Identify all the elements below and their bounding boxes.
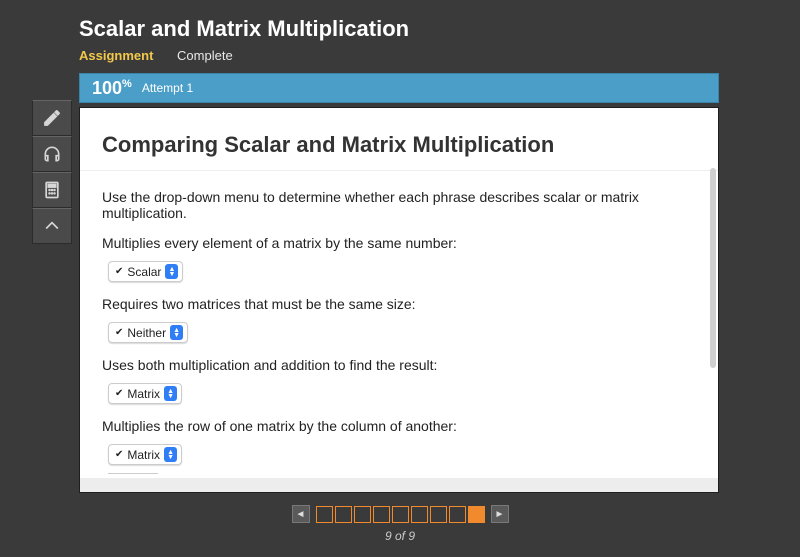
- answer-dropdown[interactable]: ✔ Matrix ▲▼: [108, 444, 182, 465]
- page-box[interactable]: [430, 506, 447, 523]
- check-icon: ✔: [115, 327, 123, 338]
- question-prompt: Uses both multiplication and addition to…: [102, 357, 696, 373]
- question-prompt: Multiplies the row of one matrix by the …: [102, 418, 696, 434]
- chevron-updown-icon: ▲▼: [170, 325, 183, 340]
- question-item: Requires two matrices that must be the s…: [102, 296, 696, 343]
- chevron-updown-icon: ▲▼: [164, 447, 177, 462]
- attempt-label: Attempt 1: [142, 81, 193, 95]
- page-box[interactable]: [468, 506, 485, 523]
- dropdown-value: Matrix: [127, 448, 160, 462]
- collapse-up-icon[interactable]: [32, 208, 72, 244]
- question-body[interactable]: Use the drop-down menu to determine whet…: [80, 170, 718, 490]
- calculator-icon[interactable]: [32, 172, 72, 208]
- dropdown-value: Matrix: [127, 387, 160, 401]
- score-percent: 100%: [92, 78, 132, 99]
- status-label: Complete: [177, 48, 233, 63]
- pager: ◄ ► 9 of 9: [0, 504, 800, 544]
- question-prompt: Requires two matrices that must be the s…: [102, 296, 696, 312]
- chevron-updown-icon: ▲▼: [164, 386, 177, 401]
- dropdown-value: Neither: [127, 326, 166, 340]
- page-box[interactable]: [335, 506, 352, 523]
- page-box[interactable]: [392, 506, 409, 523]
- answer-dropdown[interactable]: ✔ Scalar ▲▼: [108, 261, 183, 282]
- check-icon: ✔: [115, 266, 123, 277]
- next-button[interactable]: ►: [491, 505, 509, 523]
- chevron-updown-icon: ▲▼: [165, 264, 178, 279]
- page-boxes: [316, 506, 485, 523]
- divider: [108, 473, 158, 474]
- page-title: Scalar and Matrix Multiplication: [79, 10, 719, 44]
- page-box[interactable]: [373, 506, 390, 523]
- page-box[interactable]: [316, 506, 333, 523]
- question-item: Multiplies every element of a matrix by …: [102, 235, 696, 282]
- pager-label: 9 of 9: [0, 529, 800, 543]
- answer-dropdown[interactable]: ✔ Matrix ▲▼: [108, 383, 182, 404]
- answer-dropdown[interactable]: ✔ Neither ▲▼: [108, 322, 188, 343]
- page-box[interactable]: [354, 506, 371, 523]
- pencil-icon[interactable]: [32, 100, 72, 136]
- dropdown-value: Scalar: [127, 265, 161, 279]
- question-prompt: Multiplies every element of a matrix by …: [102, 235, 696, 251]
- prev-button[interactable]: ◄: [292, 505, 310, 523]
- footer-fade: [80, 478, 718, 492]
- score-bar: 100% Attempt 1: [79, 73, 719, 103]
- assignment-label: Assignment: [79, 48, 153, 63]
- headphones-icon[interactable]: [32, 136, 72, 172]
- page-box[interactable]: [411, 506, 428, 523]
- question-item: Uses both multiplication and addition to…: [102, 357, 696, 404]
- question-instruction: Use the drop-down menu to determine whet…: [102, 189, 696, 221]
- question-heading: Comparing Scalar and Matrix Multiplicati…: [80, 108, 718, 170]
- question-item: Multiplies the row of one matrix by the …: [102, 418, 696, 474]
- check-icon: ✔: [115, 388, 123, 399]
- question-card: Comparing Scalar and Matrix Multiplicati…: [79, 107, 719, 493]
- page-box[interactable]: [449, 506, 466, 523]
- subtitle-row: Assignment Complete: [79, 44, 719, 73]
- scrollbar[interactable]: [710, 168, 716, 368]
- check-icon: ✔: [115, 449, 123, 460]
